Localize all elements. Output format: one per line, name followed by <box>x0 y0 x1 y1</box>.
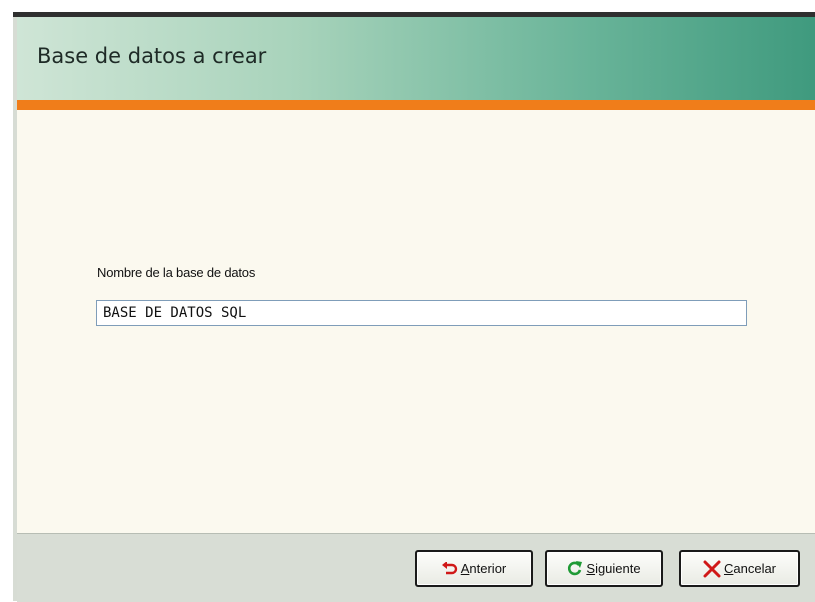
cancel-button-mnemonic: C <box>723 561 734 576</box>
next-button-label: iguiente <box>595 561 641 576</box>
next-button[interactable]: Siguiente <box>545 550 663 587</box>
previous-button-label: nterior <box>469 561 507 576</box>
previous-button[interactable]: Anterior <box>415 550 533 587</box>
cancel-button[interactable]: Cancelar <box>679 550 800 587</box>
next-button-mnemonic: S <box>586 561 596 576</box>
page-title: Base de datos a crear <box>37 44 267 68</box>
database-name-label: Nombre de la base de datos <box>97 265 256 280</box>
cancel-button-label: ancelar <box>733 561 777 576</box>
previous-button-mnemonic: A <box>460 561 470 576</box>
undo-arrow-icon <box>441 561 458 576</box>
database-name-input[interactable] <box>96 300 747 326</box>
wizard-header: Base de datos a crear <box>17 17 815 100</box>
header-accent-bar <box>17 100 815 110</box>
refresh-arrow-icon <box>567 561 583 576</box>
close-x-icon <box>703 560 721 578</box>
